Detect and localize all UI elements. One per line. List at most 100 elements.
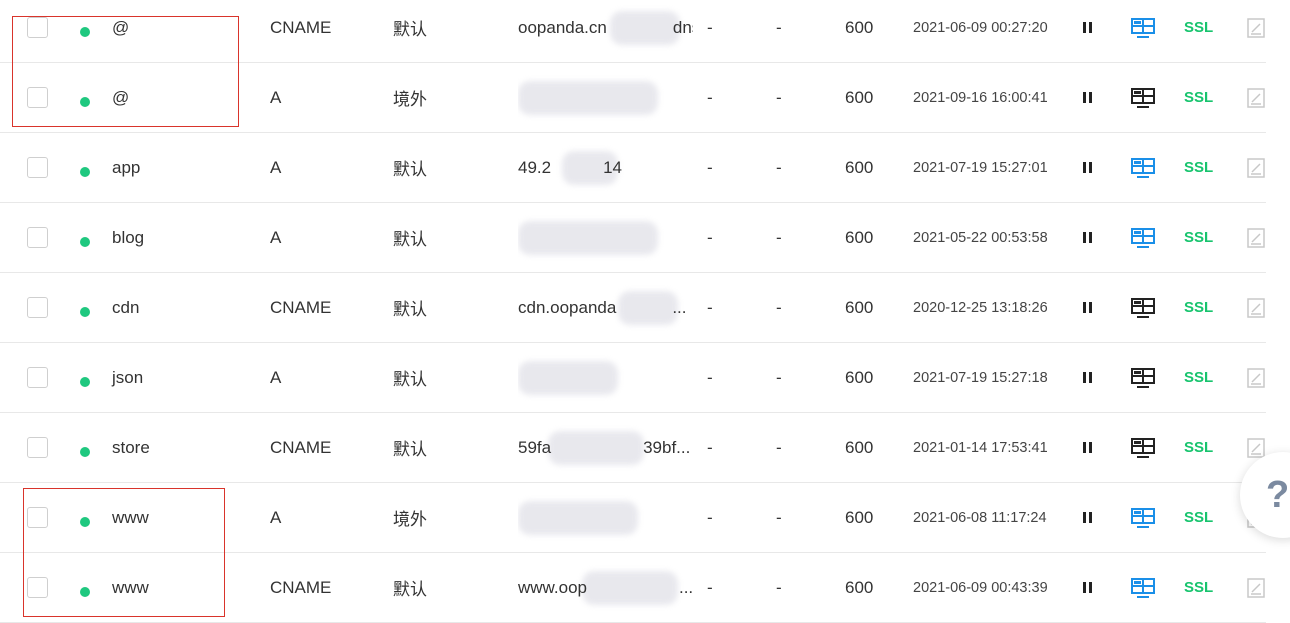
pause-icon[interactable] bbox=[1083, 0, 1095, 62]
redaction-mask bbox=[518, 361, 618, 395]
table-row: @ A 境外 - - 600 2021-09-16 16:00:41 SSL bbox=[0, 63, 1266, 133]
updated-time: 2021-07-19 15:27:18 bbox=[913, 369, 1048, 386]
ttl: 600 bbox=[845, 297, 874, 317]
weight: - bbox=[776, 87, 782, 107]
record-value-prefix: 59fa bbox=[518, 437, 552, 457]
row-checkbox[interactable] bbox=[27, 63, 48, 132]
ssl-button[interactable]: SSL bbox=[1184, 203, 1213, 272]
record-value bbox=[518, 483, 693, 552]
status-dot-icon bbox=[80, 483, 90, 552]
record-value-prefix: www.oop bbox=[518, 577, 587, 597]
edit-icon[interactable] bbox=[1247, 133, 1265, 202]
row-checkbox[interactable] bbox=[27, 203, 48, 272]
host-record: json bbox=[112, 367, 144, 387]
redaction-mask bbox=[518, 221, 658, 255]
table-row: @ CNAME 默认 oopanda.cn dns... - - 600 202… bbox=[0, 0, 1266, 63]
row-checkbox[interactable] bbox=[27, 273, 48, 342]
ssl-button[interactable]: SSL bbox=[1184, 273, 1213, 342]
monitor-grid-icon[interactable] bbox=[1131, 343, 1155, 412]
redaction-mask bbox=[548, 431, 644, 465]
edit-icon[interactable] bbox=[1247, 273, 1265, 342]
mx-priority: - bbox=[707, 227, 713, 247]
resolution-line: 境外 bbox=[393, 90, 427, 110]
resolution-line: 默认 bbox=[393, 370, 427, 390]
record-type: CNAME bbox=[270, 577, 332, 597]
record-value: oopanda.cn dns... bbox=[518, 0, 693, 62]
pause-icon[interactable] bbox=[1083, 133, 1095, 202]
weight: - bbox=[776, 437, 782, 457]
ttl: 600 bbox=[845, 507, 874, 527]
ttl: 600 bbox=[845, 367, 874, 387]
edit-icon[interactable] bbox=[1247, 0, 1265, 62]
updated-time: 2021-07-19 15:27:01 bbox=[913, 159, 1048, 176]
table-row: blog A 默认 - - 600 2021-05-22 00:53:58 SS… bbox=[0, 203, 1266, 273]
weight: - bbox=[776, 507, 782, 527]
resolution-line: 默认 bbox=[393, 300, 427, 320]
ssl-button[interactable]: SSL bbox=[1184, 483, 1213, 552]
ttl: 600 bbox=[845, 577, 874, 597]
record-value-prefix: 49.2 bbox=[518, 157, 552, 177]
record-type: A bbox=[270, 507, 282, 527]
ssl-button[interactable]: SSL bbox=[1184, 553, 1213, 622]
pause-icon[interactable] bbox=[1083, 343, 1095, 412]
monitor-grid-icon[interactable] bbox=[1131, 483, 1155, 552]
pause-icon[interactable] bbox=[1083, 413, 1095, 482]
pause-icon[interactable] bbox=[1083, 483, 1095, 552]
redaction-mask bbox=[518, 81, 658, 115]
record-type: CNAME bbox=[270, 17, 332, 37]
ssl-button[interactable]: SSL bbox=[1184, 0, 1213, 62]
updated-time: 2021-06-09 00:43:39 bbox=[913, 579, 1048, 596]
ttl: 600 bbox=[845, 437, 874, 457]
row-checkbox[interactable] bbox=[27, 343, 48, 412]
record-type: A bbox=[270, 227, 282, 247]
edit-icon[interactable] bbox=[1247, 203, 1265, 272]
pause-icon[interactable] bbox=[1083, 203, 1095, 272]
monitor-grid-icon[interactable] bbox=[1131, 273, 1155, 342]
ssl-button[interactable]: SSL bbox=[1184, 343, 1213, 412]
mx-priority: - bbox=[707, 297, 713, 317]
mx-priority: - bbox=[707, 367, 713, 387]
resolution-line: 默认 bbox=[393, 160, 427, 180]
status-dot-icon bbox=[80, 0, 90, 62]
monitor-grid-icon[interactable] bbox=[1131, 0, 1155, 62]
dns-records-table: @ CNAME 默认 oopanda.cn dns... - - 600 202… bbox=[0, 0, 1266, 623]
ssl-button[interactable]: SSL bbox=[1184, 63, 1213, 132]
table-row: cdn CNAME 默认 cdn.oopanda ... - - 600 202… bbox=[0, 273, 1266, 343]
record-type: CNAME bbox=[270, 437, 332, 457]
monitor-grid-icon[interactable] bbox=[1131, 553, 1155, 622]
monitor-grid-icon[interactable] bbox=[1131, 63, 1155, 132]
redaction-mask bbox=[582, 571, 678, 605]
monitor-grid-icon[interactable] bbox=[1131, 413, 1155, 482]
row-checkbox[interactable] bbox=[27, 133, 48, 202]
record-value-suffix: ... bbox=[678, 577, 693, 597]
pause-icon[interactable] bbox=[1083, 553, 1095, 622]
edit-icon[interactable] bbox=[1247, 553, 1265, 622]
pause-icon[interactable] bbox=[1083, 63, 1095, 132]
row-checkbox[interactable] bbox=[27, 553, 48, 622]
record-value bbox=[518, 343, 693, 412]
record-value-prefix: oopanda.cn bbox=[518, 17, 607, 37]
weight: - bbox=[776, 157, 782, 177]
ttl: 600 bbox=[845, 157, 874, 177]
weight: - bbox=[776, 577, 782, 597]
host-record: www bbox=[112, 507, 149, 527]
record-value-suffix: 14 bbox=[603, 157, 623, 177]
monitor-grid-icon[interactable] bbox=[1131, 203, 1155, 272]
mx-priority: - bbox=[707, 157, 713, 177]
row-checkbox[interactable] bbox=[27, 0, 48, 62]
row-checkbox[interactable] bbox=[27, 483, 48, 552]
host-record: blog bbox=[112, 227, 145, 247]
updated-time: 2021-09-16 16:00:41 bbox=[913, 89, 1048, 106]
edit-icon[interactable] bbox=[1247, 63, 1265, 132]
ssl-button[interactable]: SSL bbox=[1184, 133, 1213, 202]
pause-icon[interactable] bbox=[1083, 273, 1095, 342]
table-row: json A 默认 - - 600 2021-07-19 15:27:18 SS… bbox=[0, 343, 1266, 413]
record-value-prefix: cdn.oopanda bbox=[518, 297, 617, 317]
weight: - bbox=[776, 367, 782, 387]
weight: - bbox=[776, 227, 782, 247]
monitor-grid-icon[interactable] bbox=[1131, 133, 1155, 202]
row-checkbox[interactable] bbox=[27, 413, 48, 482]
ssl-button[interactable]: SSL bbox=[1184, 413, 1213, 482]
table-row: store CNAME 默认 59fa 39bf... - - 600 2021… bbox=[0, 413, 1266, 483]
edit-icon[interactable] bbox=[1247, 343, 1265, 412]
